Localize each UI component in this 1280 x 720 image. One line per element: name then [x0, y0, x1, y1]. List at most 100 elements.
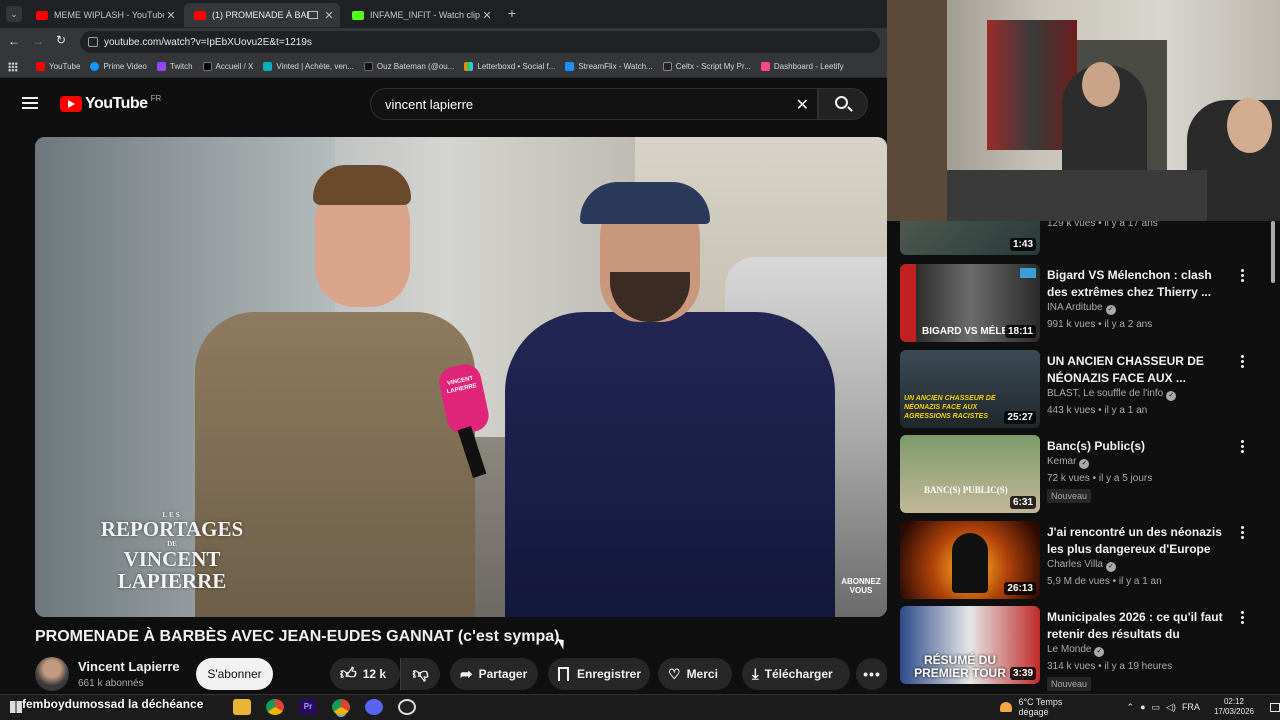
video-channel[interactable]: Kemar ✓ — [1047, 456, 1090, 469]
close-tab-icon[interactable]: ✕ — [164, 9, 178, 22]
youtube-wordmark: YouTube — [85, 95, 148, 112]
more-vertical-icon[interactable] — [1237, 354, 1247, 370]
recommendations-sidebar: 1:43 129 k vues • il y a 17 ans BIGARD V… — [887, 221, 1280, 691]
more-actions-button[interactable]: ••• — [856, 658, 888, 690]
recommended-video[interactable]: BIGARD VS MÉLE 18:11 Bigard VS Mélenchon… — [900, 264, 1280, 344]
search-input[interactable]: vincent lapierre ✕ — [370, 88, 818, 120]
video-channel[interactable]: Charles Villa ✓ — [1047, 559, 1116, 572]
reload-icon[interactable]: ↻ — [56, 33, 66, 47]
language-indicator[interactable]: FRA — [1182, 702, 1200, 712]
channel-name[interactable]: Vincent Lapierre — [78, 659, 180, 674]
recommended-video[interactable]: BANC(S) PUBLIC(S) 6:31 Banc(s) Public(s)… — [900, 435, 1280, 515]
video-player[interactable]: VINCENT LAPIERRE LES REPORTAGES DE VINCE… — [35, 137, 887, 617]
video-title[interactable]: UN ANCIEN CHASSEUR DE NÉONAZIS FACE AUX … — [1047, 353, 1227, 387]
chevron-up-icon[interactable]: ⌃ — [1127, 702, 1135, 713]
video-thumbnail[interactable]: RÉSUMÉ DU PREMIER TOUR 3:39 — [900, 606, 1040, 684]
recommended-video[interactable]: RÉSUMÉ DU PREMIER TOUR 3:39 Municipales … — [900, 606, 1280, 691]
bookmark-youtube[interactable]: YouTube — [36, 62, 80, 71]
video-title[interactable]: Municipales 2026 : ce qu'il faut retenir… — [1047, 609, 1227, 643]
browser-tab-active[interactable]: (1) PROMENADE À BARBÈS ✕ — [184, 3, 340, 27]
celtx-icon — [662, 62, 672, 71]
share-button[interactable]: ➦ Partager — [450, 658, 538, 690]
network-icon[interactable]: ▭ — [1152, 702, 1161, 713]
youtube-icon — [36, 62, 45, 71]
more-vertical-icon[interactable] — [1237, 525, 1247, 541]
save-button[interactable]: Enregistrer — [548, 658, 650, 690]
more-vertical-icon[interactable] — [1237, 610, 1247, 626]
start-button-icon[interactable] — [10, 701, 22, 713]
thumbnail-caption: RÉSUMÉ DU PREMIER TOUR — [914, 653, 1006, 680]
youtube-play-icon — [60, 96, 82, 112]
notification-icon[interactable] — [1269, 702, 1280, 712]
verified-check-icon: ✓ — [1105, 562, 1116, 572]
youtube-logo[interactable]: YouTube FR — [60, 93, 162, 113]
bookmark-leetify[interactable]: Dashboard - Leetify — [760, 62, 844, 71]
subscriber-count: 661 k abonnés — [78, 678, 144, 689]
premiere-pro-icon[interactable]: Pr — [299, 699, 317, 715]
subscribe-watermark[interactable]: ABONNEZ VOUS — [841, 577, 881, 595]
dislike-button[interactable]: 👎︎ — [400, 658, 440, 690]
video-channel[interactable]: INA Arditube ✓ — [1047, 302, 1116, 315]
tab-search-button[interactable]: ⌄ — [6, 6, 22, 22]
man-left-hair — [313, 165, 411, 205]
new-badge: Nouveau — [1047, 489, 1092, 503]
close-tab-icon[interactable]: ✕ — [480, 9, 494, 22]
url-field[interactable]: youtube.com/watch?v=IpEbXUovu2E&t=1219s — [80, 31, 880, 53]
thanks-button[interactable]: ♡ Merci — [658, 658, 732, 690]
video-thumbnail[interactable]: BANC(S) PUBLIC(S) 6:31 — [900, 435, 1040, 513]
hamburger-menu-icon[interactable] — [22, 97, 38, 109]
video-channel[interactable]: Le Monde ✓ — [1047, 644, 1105, 657]
sidebar-scrollbar[interactable] — [1271, 221, 1275, 283]
recommended-video[interactable]: 26:13 J'ai rencontré un des néonazis les… — [900, 521, 1280, 601]
discord-icon[interactable] — [365, 699, 383, 715]
volume-icon[interactable]: ◁) — [1166, 702, 1176, 713]
more-vertical-icon[interactable] — [1237, 268, 1247, 284]
thumbs-up-icon: 👍︎ — [340, 665, 357, 683]
bookmark-letterboxd[interactable]: Letterboxd • Social f... — [464, 62, 555, 71]
video-title[interactable]: Banc(s) Public(s) — [1047, 438, 1227, 455]
download-button[interactable]: ⤓ Télécharger — [742, 658, 850, 690]
forward-arrow-icon[interactable]: → — [32, 34, 44, 48]
bookmark-streamflix[interactable]: StreamFlix - Watch... — [565, 62, 653, 71]
subscribe-button[interactable]: S'abonner — [196, 658, 273, 690]
channel-avatar[interactable] — [35, 657, 69, 691]
site-info-icon[interactable] — [88, 37, 98, 47]
bookmark-celtx[interactable]: Celtx - Script My Pr... — [662, 62, 751, 71]
video-thumbnail[interactable]: UN ANCIEN CHASSEUR DE NÉONAZIS FACE AUX … — [900, 350, 1040, 428]
file-explorer-icon[interactable] — [233, 699, 251, 715]
recommended-video[interactable]: UN ANCIEN CHASSEUR DE NÉONAZIS FACE AUX … — [900, 350, 1280, 430]
video-meta: 72 k vues • il y a 5 jours — [1047, 473, 1153, 484]
share-arrow-icon: ➦ — [460, 666, 473, 683]
browser-tab[interactable]: INFAME_INFIT - Watch clips on ✕ — [342, 3, 498, 27]
clock[interactable]: 02:12 17/03/2026 — [1214, 697, 1254, 717]
new-tab-button[interactable]: + — [505, 5, 519, 21]
recommended-video[interactable]: 1:43 129 k vues • il y a 17 ans — [900, 221, 1280, 257]
video-thumbnail[interactable]: 26:13 — [900, 521, 1040, 599]
more-vertical-icon[interactable] — [1237, 439, 1247, 455]
weather-text[interactable]: 6°C Temps dégagé — [1018, 697, 1086, 717]
browser-tab[interactable]: MEME WIPLASH - YouTube ✕ — [26, 3, 182, 27]
like-button[interactable]: 👍︎ 12 k — [330, 658, 400, 690]
bookmark-x[interactable]: Accueil / X — [202, 62, 253, 71]
back-arrow-icon[interactable]: ← — [8, 34, 20, 48]
bookmark-vinted[interactable]: Vinted | Achète, ven... — [263, 62, 354, 71]
video-thumbnail[interactable]: BIGARD VS MÉLE 18:11 — [900, 264, 1040, 342]
bookmark-tiktok[interactable]: Ouz Bateman (@ou... — [363, 62, 454, 71]
region-code: FR — [150, 93, 162, 103]
microphone-icon[interactable]: ● — [1140, 702, 1145, 712]
apps-grid-icon[interactable] — [8, 62, 18, 72]
close-tab-icon[interactable]: ✕ — [322, 9, 336, 22]
bookmark-prime-video[interactable]: Prime Video — [90, 62, 147, 71]
thumbnail-caption: UN ANCIEN CHASSEUR DE NÉONAZIS FACE AUX … — [904, 395, 996, 420]
video-title[interactable]: Bigard VS Mélenchon : clash des extrêmes… — [1047, 267, 1227, 301]
chrome-icon[interactable] — [266, 699, 284, 715]
bookmark-twitch[interactable]: Twitch — [156, 62, 193, 71]
video-thumbnail[interactable]: 1:43 — [900, 221, 1040, 255]
video-title[interactable]: J'ai rencontré un des néonazis les plus … — [1047, 524, 1227, 558]
clear-search-icon[interactable]: ✕ — [796, 95, 809, 115]
webcam-shelf — [887, 0, 947, 221]
video-channel[interactable]: BLAST, Le souffle de l'info ✓ — [1047, 388, 1177, 401]
chrome-active-icon[interactable] — [332, 699, 350, 715]
search-button[interactable] — [818, 88, 868, 120]
obs-icon[interactable] — [398, 699, 416, 715]
